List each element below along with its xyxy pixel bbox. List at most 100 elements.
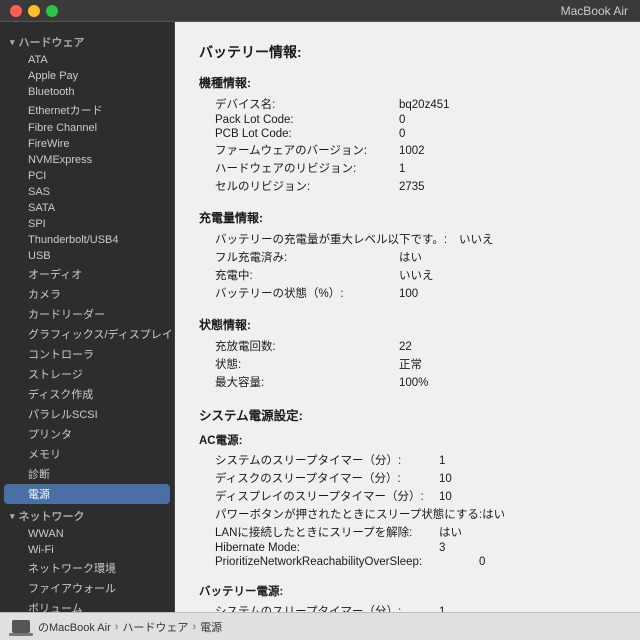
info-label: バッテリーの状態（%）: (199, 285, 399, 301)
info-value: いいえ (459, 231, 616, 247)
chevron-down-icon: ▾ (10, 37, 15, 48)
table-row: 充電中: いいえ (199, 266, 616, 284)
info-value: 3 (439, 542, 616, 554)
info-label: Pack Lot Code: (199, 114, 399, 126)
ac-power-title: AC電源: (199, 432, 616, 448)
info-value: はい (482, 506, 616, 522)
sidebar-item-ethernet[interactable]: Ethernetカード (0, 100, 174, 120)
info-label: ファームウェアのバージョン: (199, 142, 399, 158)
battery-power-group: バッテリー電源: システムのスリープタイマー（分）: 1 ディスクのスリープタイ… (199, 583, 616, 612)
table-row: ハードウェアのリビジョン: 1 (199, 159, 616, 177)
info-value: 22 (399, 341, 616, 353)
info-value: 正常 (399, 356, 616, 372)
sidebar-item-camera[interactable]: カメラ (0, 284, 174, 304)
sidebar-section-hardware[interactable]: ▾ ハードウェア (0, 30, 174, 52)
info-label: 状態: (199, 356, 399, 372)
sidebar-item-scsi[interactable]: パラレルSCSI (0, 404, 174, 424)
breadcrumb-bar: のMacBook Air › ハードウェア › 電源 (0, 612, 640, 640)
info-label: ディスクのスリープタイマー（分）: (199, 470, 439, 486)
sidebar-item-diag[interactable]: 診断 (0, 464, 174, 484)
sidebar-item-wwan[interactable]: WWAN (0, 526, 174, 542)
info-label: PCB Lot Code: (199, 128, 399, 140)
breadcrumb-sep-1: › (115, 621, 119, 633)
sidebar-item-graphics[interactable]: グラフィックス/ディスプレイ (0, 324, 174, 344)
sidebar-item-ata[interactable]: ATA (0, 52, 174, 68)
table-row: Hibernate Mode: 3 (199, 541, 616, 555)
info-label: 充放電回数: (199, 338, 399, 354)
info-value: はい (439, 524, 616, 540)
sidebar-item-fibre[interactable]: Fibre Channel (0, 120, 174, 136)
info-value: 0 (479, 556, 616, 568)
table-row: パワーボタンが押されたときにスリープ状態にする: はい (199, 505, 616, 523)
sidebar-item-firewire[interactable]: FireWire (0, 136, 174, 152)
sidebar-item-network[interactable]: ネットワーク環境 (0, 558, 174, 578)
info-value: 10 (439, 491, 616, 503)
info-value: はい (399, 249, 616, 265)
sidebar-item-bluetooth[interactable]: Bluetooth (0, 84, 174, 100)
table-row: Pack Lot Code: 0 (199, 113, 616, 127)
window-title: MacBook Air (561, 4, 628, 18)
charge-info-title: 充電量情報: (199, 209, 616, 226)
close-button[interactable] (10, 5, 22, 17)
power-settings-title: システム電源設定: (199, 405, 616, 424)
info-value: 10 (439, 473, 616, 485)
table-row: フル充電済み: はい (199, 248, 616, 266)
sidebar-item-wifi[interactable]: Wi-Fi (0, 542, 174, 558)
sidebar-item-memory[interactable]: メモリ (0, 444, 174, 464)
window-controls (10, 5, 58, 17)
table-row: PCB Lot Code: 0 (199, 127, 616, 141)
info-value: 1002 (399, 145, 616, 157)
sidebar-item-nvme[interactable]: NVMExpress (0, 152, 174, 168)
info-label: デバイス名: (199, 96, 399, 112)
table-row: システムのスリープタイマー（分）: 1 (199, 451, 616, 469)
sidebar-item-controller[interactable]: コントローラ (0, 344, 174, 364)
info-label: PrioritizeNetworkReachabilityOverSleep: (199, 556, 479, 568)
table-row: セルのリビジョン: 2735 (199, 177, 616, 195)
sidebar: ▾ ハードウェア ATA Apple Pay Bluetooth Etherne… (0, 22, 175, 612)
sidebar-item-cardreader[interactable]: カードリーダー (0, 304, 174, 324)
info-label: システムのスリープタイマー（分）: (199, 603, 439, 612)
table-row: ディスクのスリープタイマー（分）: 10 (199, 469, 616, 487)
sidebar-item-storage[interactable]: ストレージ (0, 364, 174, 384)
sidebar-item-usb[interactable]: USB (0, 248, 174, 264)
breadcrumb-sep-2: › (192, 621, 196, 633)
info-value: いいえ (399, 267, 616, 283)
sidebar-item-thunderbolt[interactable]: Thunderbolt/USB4 (0, 232, 174, 248)
sidebar-item-disk[interactable]: ディスク作成 (0, 384, 174, 404)
breadcrumb-power: 電源 (200, 619, 222, 635)
sidebar-item-printer[interactable]: プリンタ (0, 424, 174, 444)
sidebar-item-sata[interactable]: SATA (0, 200, 174, 216)
sidebar-item-audio[interactable]: オーディオ (0, 264, 174, 284)
info-value: 100 (399, 288, 616, 300)
sidebar-item-applepay[interactable]: Apple Pay (0, 68, 174, 84)
sidebar-item-power[interactable]: 電源 (4, 484, 170, 504)
sidebar-section-network-label: ネットワーク (19, 508, 85, 524)
info-label: ディスプレイのスリープタイマー（分）: (199, 488, 439, 504)
table-row: LANに接続したときにスリープを解除: はい (199, 523, 616, 541)
content-area: ▾ ハードウェア ATA Apple Pay Bluetooth Etherne… (0, 22, 640, 612)
info-label: フル充電済み: (199, 249, 399, 265)
table-row: PrioritizeNetworkReachabilityOverSleep: … (199, 555, 616, 569)
detail-panel: バッテリー情報: 機種情報: デバイス名: bq20z451 Pack Lot … (175, 22, 640, 612)
info-value: 1 (439, 455, 616, 467)
sidebar-item-firewall[interactable]: ファイアウォール (0, 578, 174, 598)
table-row: 状態: 正常 (199, 355, 616, 373)
sidebar-section-network[interactable]: ▾ ネットワーク (0, 504, 174, 526)
sidebar-item-pci[interactable]: PCI (0, 168, 174, 184)
table-row: 最大容量: 100% (199, 373, 616, 391)
battery-power-title: バッテリー電源: (199, 583, 616, 599)
sidebar-item-spi[interactable]: SPI (0, 216, 174, 232)
sidebar-item-volume[interactable]: ボリューム (0, 598, 174, 612)
main-window: MacBook Air ▾ ハードウェア ATA Apple Pay Bluet… (0, 0, 640, 640)
info-label: Hibernate Mode: (199, 542, 439, 554)
laptop-icon (12, 620, 30, 633)
table-row: 充放電回数: 22 (199, 337, 616, 355)
minimize-button[interactable] (28, 5, 40, 17)
info-label: セルのリビジョン: (199, 178, 399, 194)
maximize-button[interactable] (46, 5, 58, 17)
sidebar-item-sas[interactable]: SAS (0, 184, 174, 200)
breadcrumb-hardware: ハードウェア (122, 619, 188, 635)
device-info-title: 機種情報: (199, 74, 616, 91)
table-row: ファームウェアのバージョン: 1002 (199, 141, 616, 159)
info-label: パワーボタンが押されたときにスリープ状態にする: (199, 506, 482, 522)
